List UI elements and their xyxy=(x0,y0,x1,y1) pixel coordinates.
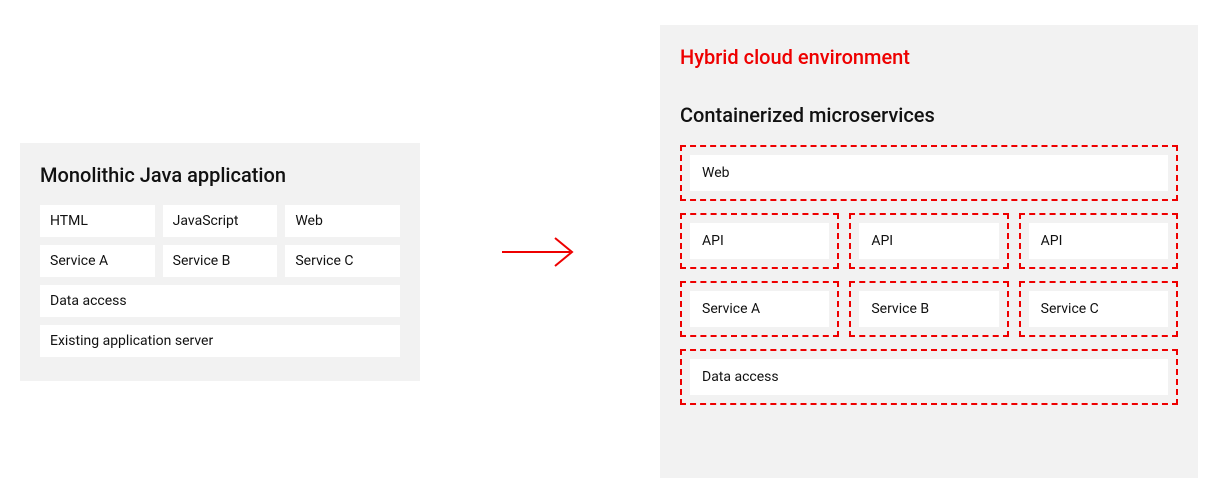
cell-service-a-ms: Service A xyxy=(690,291,829,327)
container-service-c: Service C xyxy=(1019,281,1178,337)
cell-data-access: Data access xyxy=(40,285,400,317)
container-api-2: API xyxy=(849,213,1008,269)
container-api-1: API xyxy=(680,213,839,269)
monolith-panel: Monolithic Java application HTML JavaScr… xyxy=(20,143,420,381)
cell-service-a: Service A xyxy=(40,245,155,277)
cell-api-2: API xyxy=(859,223,998,259)
cell-html: HTML xyxy=(40,205,155,237)
container-service-b: Service B xyxy=(849,281,1008,337)
cell-api-3: API xyxy=(1029,223,1168,259)
container-data-access: Data access xyxy=(680,349,1178,405)
arrow-right-icon xyxy=(500,232,580,272)
microservices-title: Containerized microservices xyxy=(680,103,1178,127)
cell-javascript: JavaScript xyxy=(163,205,278,237)
cell-web: Web xyxy=(285,205,400,237)
cell-data-access-ms: Data access xyxy=(690,359,1168,395)
monolith-row-services: Service A Service B Service C xyxy=(40,245,400,277)
hybrid-cloud-title: Hybrid cloud environment xyxy=(680,45,1178,69)
container-row-services: Service A Service B Service C xyxy=(680,281,1178,337)
cell-service-b: Service B xyxy=(163,245,278,277)
cell-web-ms: Web xyxy=(690,155,1168,191)
cell-service-c-ms: Service C xyxy=(1029,291,1168,327)
monolith-title: Monolithic Java application xyxy=(40,163,400,187)
cell-api-1: API xyxy=(690,223,829,259)
diagram-stage: Monolithic Java application HTML JavaScr… xyxy=(0,0,1218,503)
monolith-row-data: Data access xyxy=(40,285,400,317)
transform-arrow-wrap xyxy=(420,232,660,272)
container-service-a: Service A xyxy=(680,281,839,337)
container-web: Web xyxy=(680,145,1178,201)
monolith-row-frontend: HTML JavaScript Web xyxy=(40,205,400,237)
cell-app-server: Existing application server xyxy=(40,325,400,357)
cell-service-c: Service C xyxy=(285,245,400,277)
cell-service-b-ms: Service B xyxy=(859,291,998,327)
hybrid-cloud-panel: Hybrid cloud environment Containerized m… xyxy=(660,25,1198,478)
container-api-3: API xyxy=(1019,213,1178,269)
monolith-row-server: Existing application server xyxy=(40,325,400,357)
container-row-apis: API API API xyxy=(680,213,1178,269)
